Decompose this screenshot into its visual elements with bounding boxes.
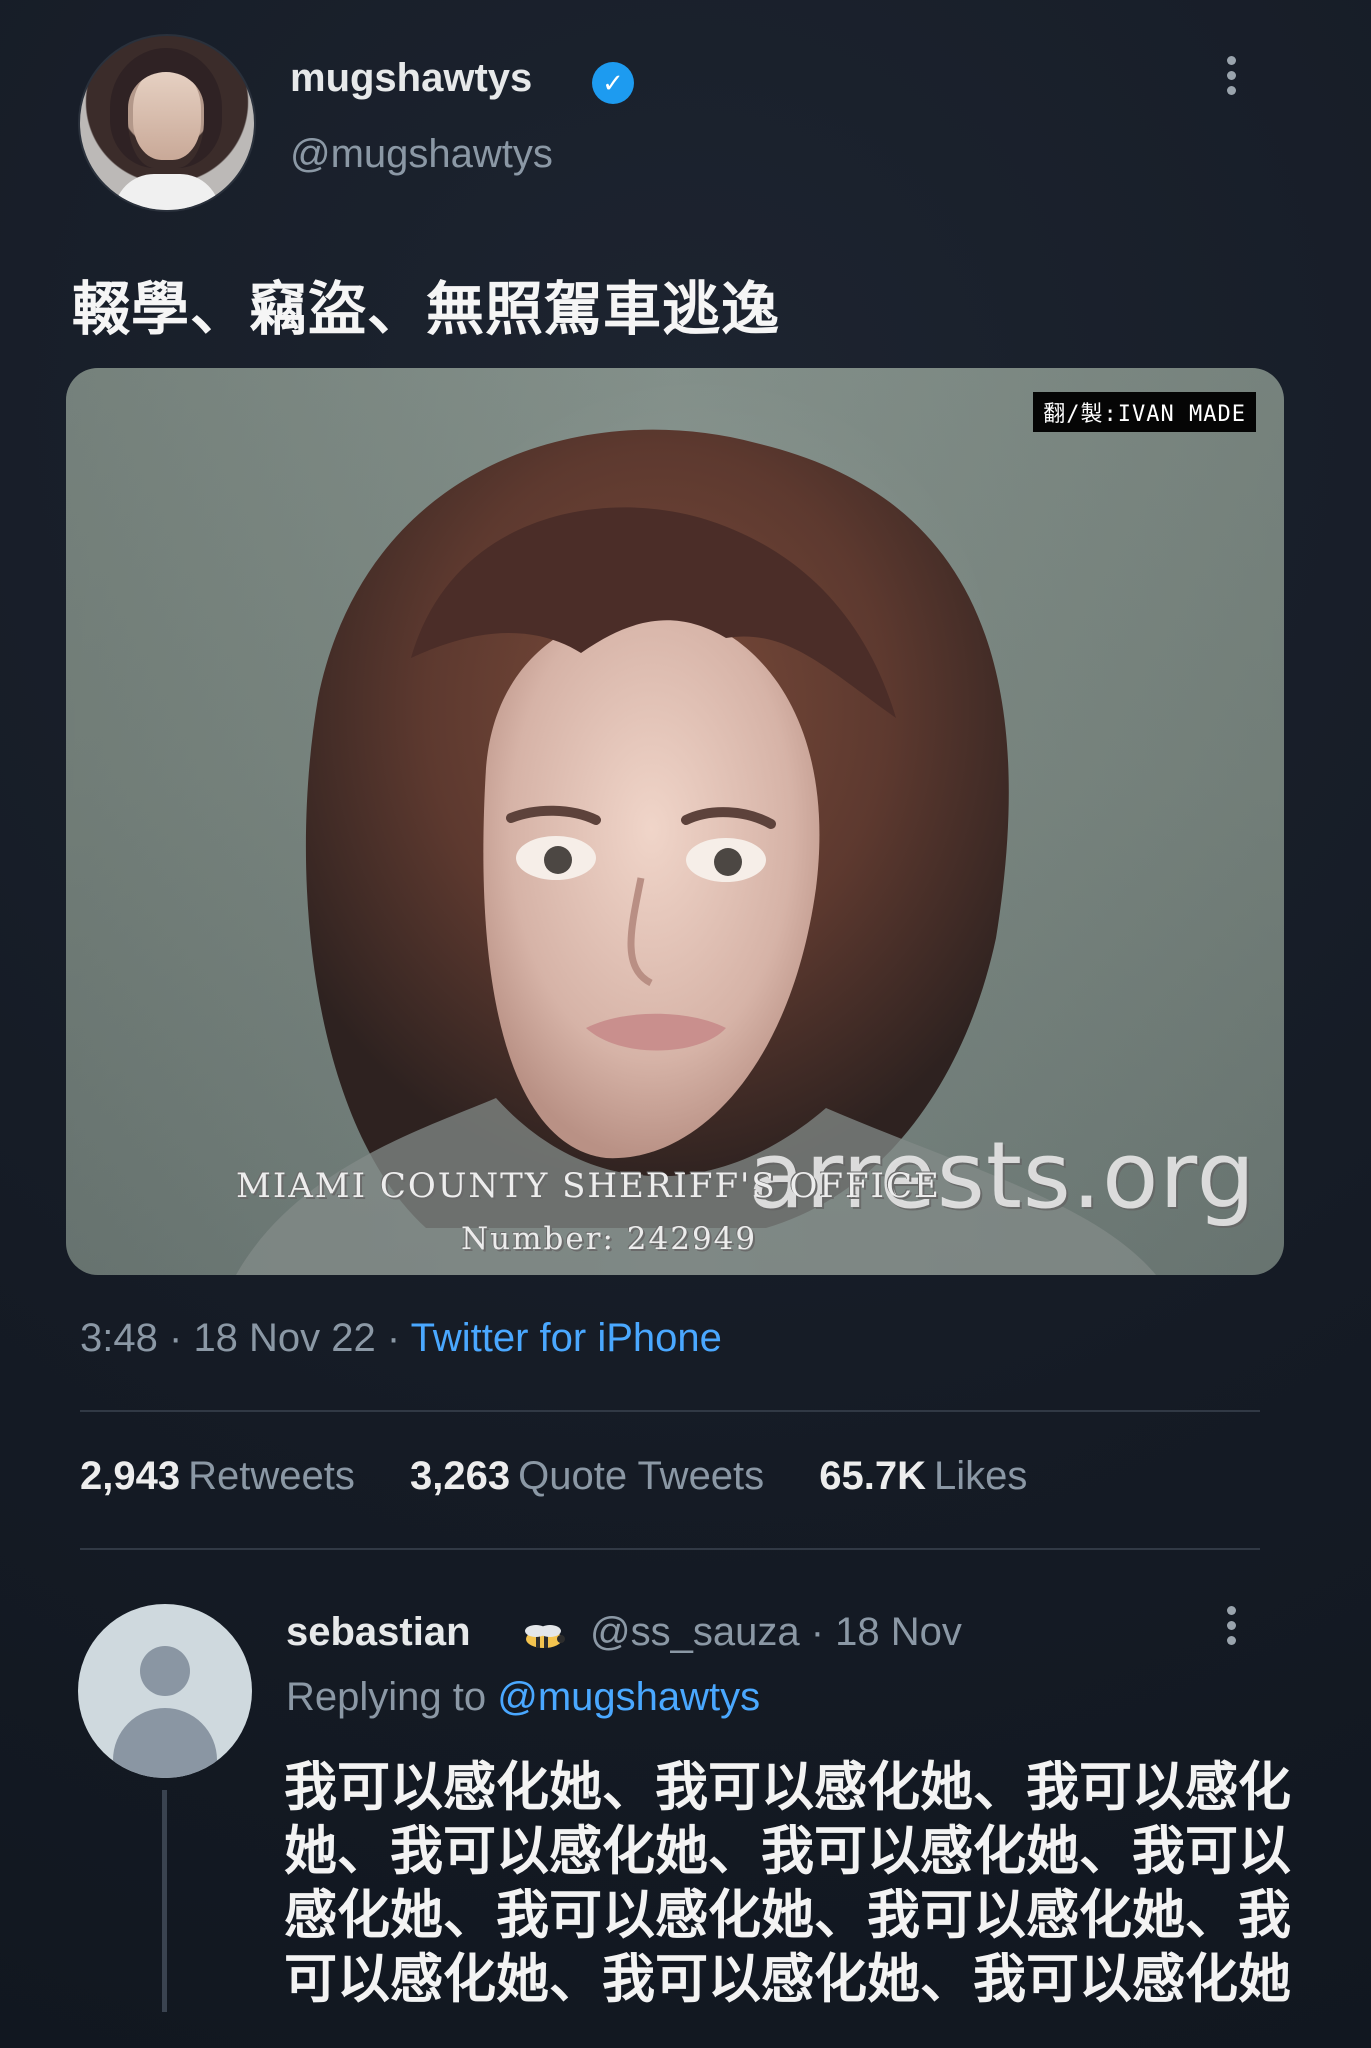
retweets-label: Retweets: [188, 1454, 355, 1498]
stats-top-divider: [80, 1410, 1260, 1412]
likes-stat[interactable]: 65.7K Likes: [819, 1454, 1027, 1498]
booking-number-caption: Number: 242949: [461, 1221, 758, 1257]
quote-tweets-stat[interactable]: 3,263 Quote Tweets: [410, 1454, 764, 1498]
reply-text: 我可以感化她、我可以感化她、我可以感化她、我可以感化她、我可以感化她、我可以感化…: [284, 1757, 1291, 2010]
more-dot-icon: [1226, 1621, 1236, 1630]
more-dot-icon: [1226, 1636, 1236, 1645]
tweet-card: mugshawtys ✓ @mugshawtys 輟學、竊盜、無照駕車逃逸 翻/…: [0, 0, 1371, 2048]
retweets-stat[interactable]: 2,943 Retweets: [80, 1454, 355, 1498]
tweet-stats: 2,943 Retweets 3,263 Quote Tweets 65.7K Lik…: [80, 1454, 1027, 1499]
default-avatar-body: [113, 1708, 217, 1778]
reply-avatar[interactable]: [78, 1604, 252, 1778]
tweet-source[interactable]: Twitter for iPhone: [411, 1316, 722, 1360]
reply-author-name[interactable]: sebastian: [286, 1610, 471, 1655]
translator-watermark: 翻/製:IVAN MADE: [1033, 392, 1256, 432]
bee-emoji-icon: [525, 1625, 565, 1648]
replying-prefix: Replying to: [286, 1675, 487, 1719]
likes-count: 65.7K: [819, 1454, 927, 1498]
more-options-icon[interactable]: [1220, 56, 1242, 106]
likes-label: Likes: [934, 1454, 1028, 1498]
quote-tweets-count: 3,263: [409, 1454, 511, 1498]
replying-to-line: Replying to @mugshawtys: [286, 1675, 760, 1720]
stats-bottom-divider: [80, 1548, 1260, 1550]
avatar-shirt-shape: [114, 174, 220, 210]
meta-separator: ·: [386, 1316, 401, 1360]
reply-more-options-icon[interactable]: [1220, 1606, 1242, 1656]
author-avatar[interactable]: [78, 34, 256, 212]
author-handle[interactable]: @mugshawtys: [290, 132, 553, 177]
verified-badge-icon: ✓: [592, 62, 634, 104]
more-dot-icon: [1226, 71, 1236, 80]
tweet-media-image[interactable]: 翻/製:IVAN MADE arrests.org MIAMI COUNTY S…: [66, 368, 1284, 1275]
author-name[interactable]: mugshawtys: [290, 56, 532, 101]
reply-handle-date[interactable]: @ss_sauza · 18 Nov: [590, 1610, 962, 1655]
avatar-hair-shape: [110, 48, 222, 168]
sheriff-office-caption: MIAMI COUNTY SHERIFF'S OFFICE: [236, 1166, 941, 1206]
tweet-meta: 3:48 · 18 Nov 22 · Twitter for iPhone: [80, 1316, 722, 1361]
meta-separator: ·: [168, 1316, 183, 1360]
quote-tweets-label: Quote Tweets: [518, 1454, 765, 1498]
tweet-text: 輟學、竊盜、無照駕車逃逸: [72, 275, 781, 343]
tweet-date[interactable]: 18 Nov 22: [193, 1316, 375, 1360]
tweet-time[interactable]: 3:48: [80, 1316, 158, 1360]
more-dot-icon: [1226, 1606, 1236, 1615]
retweets-count: 2,943: [80, 1454, 181, 1498]
more-dot-icon: [1226, 56, 1236, 65]
replying-target-link[interactable]: @mugshawtys: [497, 1675, 760, 1719]
default-avatar-head: [140, 1646, 190, 1696]
reply-thread-line: [162, 1790, 167, 2012]
more-dot-icon: [1226, 86, 1236, 95]
